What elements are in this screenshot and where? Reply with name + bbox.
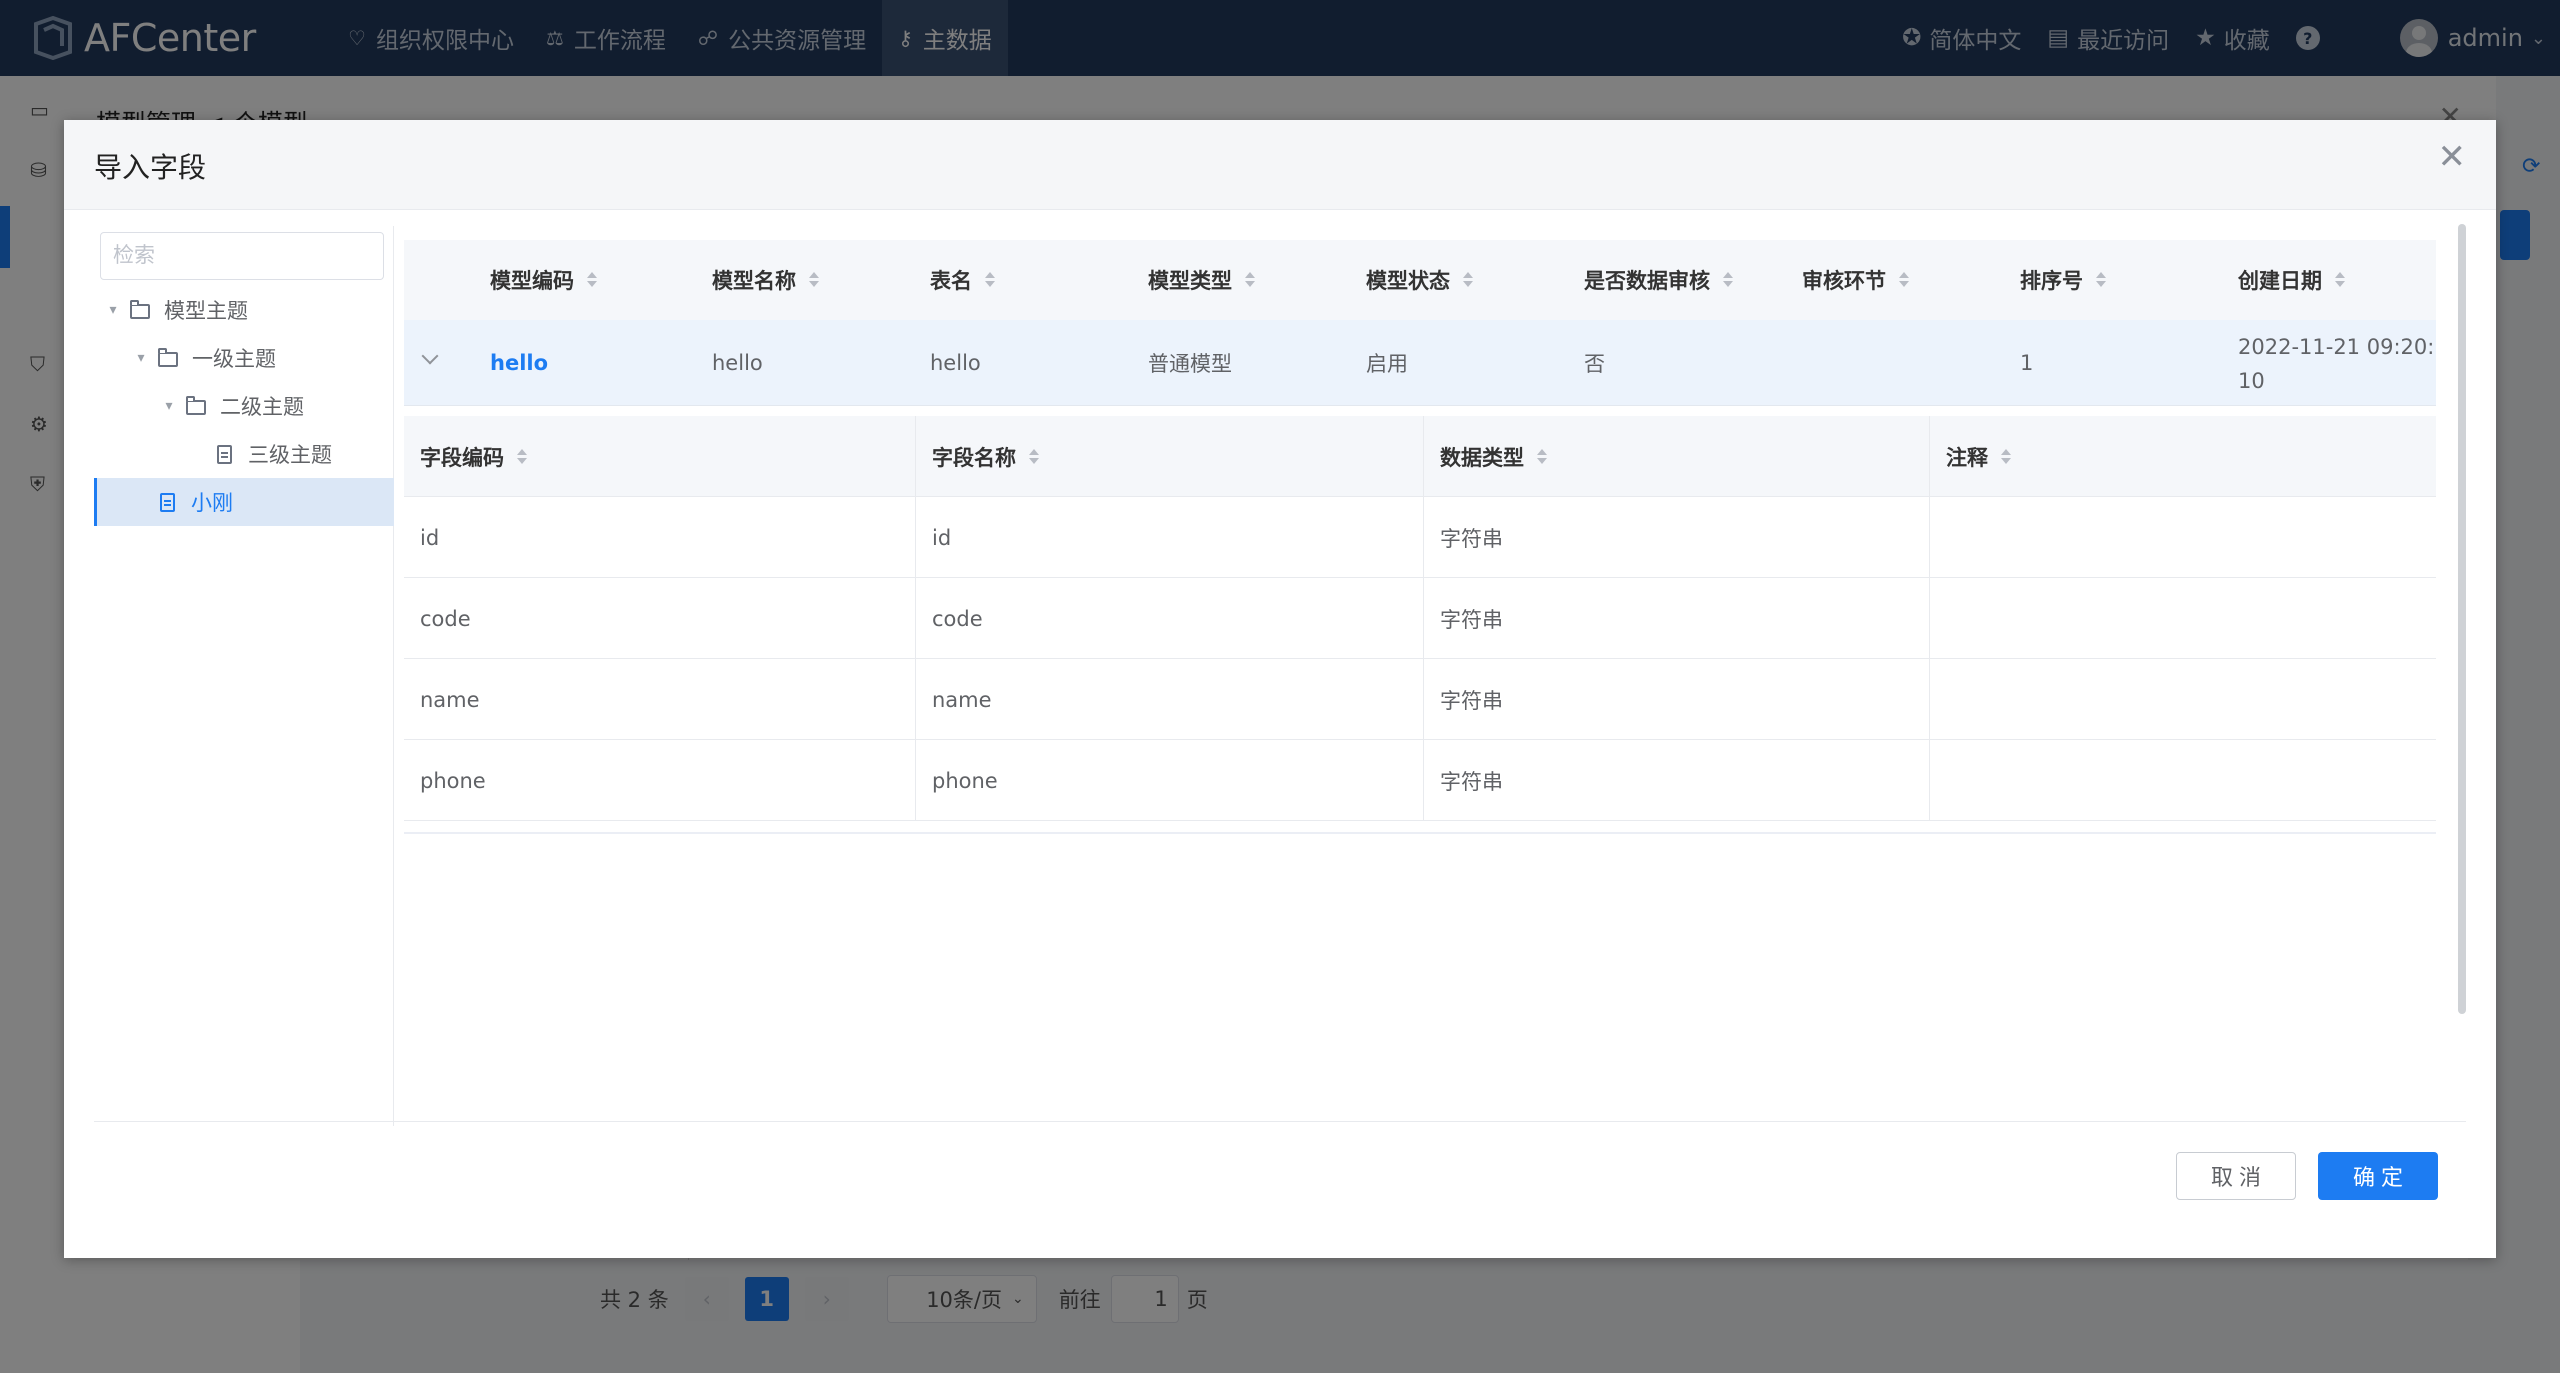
cell-comment [1930,740,2436,821]
tree-node-model-theme[interactable]: ▾ 模型主题 [94,286,394,334]
confirm-button[interactable]: 确 定 [2318,1152,2438,1200]
sort-icon[interactable] [984,270,996,290]
file-icon [214,445,236,464]
field-table-header: 字段编码 字段名称 数据类型 注释 [404,416,2436,497]
model-table-header: 模型编码 模型名称 表名 模型类型 模型状态 是否数据审核 审核环节 排序号 创… [404,240,2436,320]
cell-field-code: code [404,578,916,659]
close-icon[interactable]: ✕ [2438,140,2467,174]
col-header-field-name[interactable]: 字段名称 [916,416,1424,497]
tree-node-level2[interactable]: ▾ 二级主题 [94,382,394,430]
sort-icon[interactable] [1536,447,1548,467]
tree-node-label: 一级主题 [192,347,276,371]
cell-model-status: 启用 [1366,352,1408,376]
folder-icon [130,300,152,319]
cell-comment [1930,578,2436,659]
col-header-table-name[interactable]: 表名 [930,240,996,320]
tree-node-level1[interactable]: ▾ 一级主题 [94,334,394,382]
table-row[interactable]: phone phone 字符串 [404,740,2436,821]
sort-icon[interactable] [808,270,820,290]
dialog-footer-divider [94,1121,2466,1122]
created-date-line: 2022-11-21 09:20: [2238,335,2435,359]
col-header-created-date[interactable]: 创建日期 [2238,240,2346,320]
caret-down-icon[interactable]: ▾ [130,350,152,366]
cell-data-audit: 否 [1584,352,1605,376]
tree-node-label: 小刚 [191,491,233,515]
cell-comment [1930,659,2436,740]
caret-down-icon[interactable]: ▾ [102,302,124,318]
cell-field-name: code [916,578,1424,659]
sort-icon[interactable] [1898,270,1910,290]
col-header-audit-step[interactable]: 审核环节 [1802,240,1910,320]
cell-field-name: phone [916,740,1424,821]
cell-comment [1930,497,2436,578]
table-bottom-border [404,832,2436,834]
folder-icon [186,396,208,415]
folder-icon [158,348,180,367]
sort-icon[interactable] [516,447,528,467]
table-row[interactable]: name name 字符串 [404,659,2436,740]
cell-field-name: name [916,659,1424,740]
cell-field-code: id [404,497,916,578]
col-header-data-type[interactable]: 数据类型 [1424,416,1930,497]
col-header-comment[interactable]: 注释 [1930,416,2436,497]
cell-model-name: hello [712,351,763,375]
cell-model-type: 普通模型 [1148,352,1232,376]
expand-chevron-icon[interactable] [421,347,439,365]
cell-table-name: hello [930,351,981,375]
cell-order: 1 [2020,351,2034,375]
dialog-header: 导入字段 ✕ [64,120,2496,210]
table-row[interactable]: hello hello hello 普通模型 启用 否 1 2022-11-21… [404,320,2436,406]
sort-icon[interactable] [2095,270,2107,290]
dialog-title: 导入字段 [94,151,207,184]
cell-data-type: 字符串 [1424,578,1930,659]
tree-node-xiaogang[interactable]: 小刚 [94,478,394,526]
cell-created-date: 2022-11-21 09:20: 10 [2238,320,2434,406]
col-header-order[interactable]: 排序号 [2020,240,2107,320]
tree-node-label: 三级主题 [248,443,332,467]
cell-data-type: 字符串 [1424,659,1930,740]
cell-model-code[interactable]: hello [490,320,548,406]
import-fields-dialog: 导入字段 ✕ ▾ 模型主题 ▾ 一级主题 ▾ 二级主题 三级主题 小刚 [64,120,2496,1258]
col-header-model-type[interactable]: 模型类型 [1148,240,1256,320]
file-icon [157,493,179,512]
table-row[interactable]: code code 字符串 [404,578,2436,659]
vertical-scrollbar[interactable] [2458,224,2466,1014]
col-header-data-audit[interactable]: 是否数据审核 [1584,240,1734,320]
col-header-field-code[interactable]: 字段编码 [404,416,916,497]
cell-field-code: phone [404,740,916,821]
cell-data-type: 字符串 [1424,740,1930,821]
sort-icon[interactable] [2000,447,2012,467]
cancel-button[interactable]: 取 消 [2176,1152,2296,1200]
cell-data-type: 字符串 [1424,497,1930,578]
model-theme-tree: ▾ 模型主题 ▾ 一级主题 ▾ 二级主题 三级主题 小刚 [94,226,394,1126]
model-table-area: 模型编码 模型名称 表名 模型类型 模型状态 是否数据审核 审核环节 排序号 创… [404,240,2436,1120]
col-header-model-code[interactable]: 模型编码 [490,240,598,320]
sort-icon[interactable] [2334,270,2346,290]
sort-icon[interactable] [586,270,598,290]
sort-icon[interactable] [1462,270,1474,290]
cell-field-name: id [916,497,1424,578]
created-date-line: 10 [2238,369,2265,393]
col-header-model-status[interactable]: 模型状态 [1366,240,1474,320]
sort-icon[interactable] [1244,270,1256,290]
sort-icon[interactable] [1722,270,1734,290]
sort-icon[interactable] [1028,447,1040,467]
cell-field-code: name [404,659,916,740]
tree-node-label: 模型主题 [164,299,248,323]
table-row[interactable]: id id 字符串 [404,497,2436,578]
tree-node-label: 二级主题 [220,395,304,419]
tree-node-level3[interactable]: 三级主题 [94,430,394,478]
tree-search-input[interactable] [100,232,384,280]
caret-down-icon[interactable]: ▾ [158,398,180,414]
col-header-model-name[interactable]: 模型名称 [712,240,820,320]
